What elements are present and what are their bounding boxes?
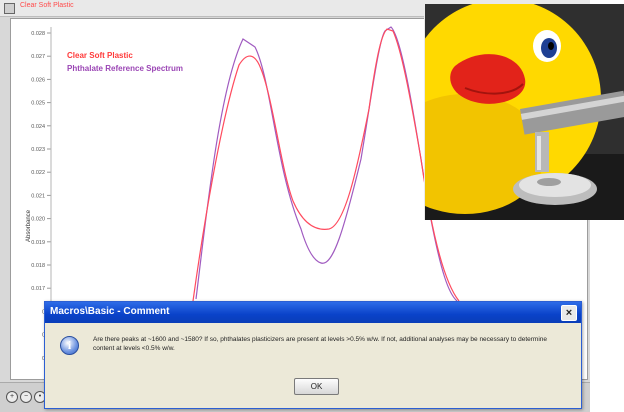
y-tick-label: 0.021 (31, 193, 45, 199)
comment-dialog: Macros\Basic - Comment × i Are there pea… (44, 301, 582, 409)
y-tick-label: 0.025 (31, 101, 45, 107)
zoom-out-icon[interactable]: − (20, 391, 32, 403)
legend-phthalate-reference: Phthalate Reference Spectrum (67, 64, 184, 73)
y-tick-label: 0.017 (31, 286, 45, 292)
y-axis-label: Absorbance (26, 209, 32, 242)
duck-photo (424, 4, 624, 220)
close-icon[interactable]: × (561, 305, 577, 321)
info-icon: i (60, 336, 79, 355)
zoom-in-icon[interactable]: + (6, 391, 18, 403)
dialog-title: Macros\Basic - Comment (50, 306, 170, 317)
y-tick-label: 0.023 (31, 147, 45, 153)
ok-button[interactable]: OK (294, 378, 339, 395)
app-icon (4, 3, 15, 14)
y-tick-label: 0.022 (31, 170, 45, 176)
duck-photo-image (425, 4, 624, 220)
y-tick-label: 0.020 (31, 217, 45, 223)
series-clear-soft-plastic (192, 28, 460, 302)
y-tick-label: 0.024 (31, 124, 45, 130)
spectrum-window-title: Clear Soft Plastic (20, 2, 74, 9)
legend-clear-soft-plastic: Clear Soft Plastic (67, 51, 133, 60)
y-tick-label: 0.019 (31, 240, 45, 246)
y-tick-label: 0.027 (31, 54, 45, 60)
y-tick-label: 0.026 (31, 77, 45, 83)
y-tick-label: 0.018 (31, 263, 45, 269)
dialog-message: Are there peaks at ~1600 and ~1580? If s… (93, 336, 548, 352)
dialog-titlebar[interactable]: Macros\Basic - Comment × (45, 302, 581, 323)
series-phthalate-reference (195, 26, 458, 302)
y-tick-label: 0.028 (31, 31, 45, 37)
